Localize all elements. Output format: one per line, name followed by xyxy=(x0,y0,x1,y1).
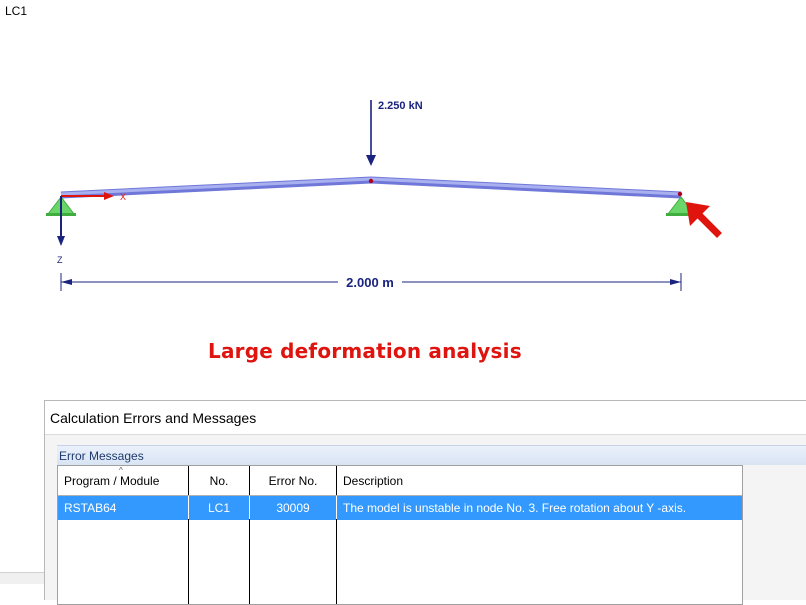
column-divider xyxy=(188,519,189,604)
axis-z-label: Z xyxy=(57,255,63,265)
calculation-messages-dialog: Calculation Errors and Messages Error Me… xyxy=(44,400,806,605)
column-header-description-label: Description xyxy=(343,473,404,488)
error-messages-table: ^ Program / Module No. Error No. Descrip… xyxy=(57,465,743,605)
axis-x-label: X xyxy=(120,192,126,202)
column-header-description[interactable]: Description xyxy=(337,466,742,495)
table-row[interactable]: RSTAB64 LC1 30009 The model is unstable … xyxy=(58,496,742,520)
column-header-no[interactable]: No. xyxy=(189,466,250,495)
sort-caret-icon: ^ xyxy=(119,466,123,475)
column-divider xyxy=(249,519,250,604)
cell-program: RSTAB64 xyxy=(58,496,189,520)
background-window-edge xyxy=(0,572,44,584)
column-divider xyxy=(336,519,337,604)
column-header-error-no-label: Error No. xyxy=(268,473,318,488)
dimension-label: 2.000 m xyxy=(346,275,394,290)
dialog-titlebar[interactable]: Calculation Errors and Messages xyxy=(45,401,806,435)
cell-error-no: 30009 xyxy=(250,496,337,520)
error-messages-panel-header: Error Messages xyxy=(57,445,806,465)
cell-no: LC1 xyxy=(189,496,250,520)
cell-description: The model is unstable in node No. 3. Fre… xyxy=(343,501,687,515)
highlight-arrow-icon xyxy=(686,202,722,238)
node-3[interactable] xyxy=(677,191,683,197)
analysis-title: Large deformation analysis xyxy=(208,339,522,363)
node-2[interactable] xyxy=(368,178,374,184)
load-arrow[interactable] xyxy=(366,100,376,166)
column-header-error-no[interactable]: Error No. xyxy=(250,466,337,495)
error-messages-panel-title: Error Messages xyxy=(59,448,144,463)
column-header-program-label: Program / Module xyxy=(64,473,160,488)
column-header-no-label: No. xyxy=(209,473,229,488)
load-value-label: 2.250 kN xyxy=(378,100,423,112)
dialog-title: Calculation Errors and Messages xyxy=(50,409,257,426)
column-header-program[interactable]: ^ Program / Module xyxy=(58,466,189,495)
table-empty-area xyxy=(58,519,742,604)
table-header-row: ^ Program / Module No. Error No. Descrip… xyxy=(58,466,742,496)
